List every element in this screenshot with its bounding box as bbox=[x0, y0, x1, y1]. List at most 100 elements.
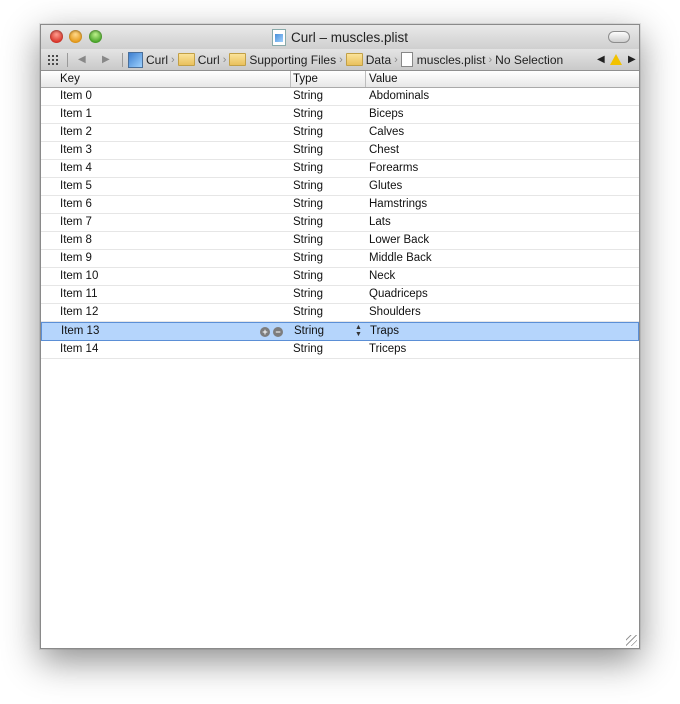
table-row[interactable]: Item 4 String Forearms bbox=[41, 160, 639, 178]
row-key[interactable]: Item 14 bbox=[60, 341, 98, 358]
window-title-text: Curl – muscles.plist bbox=[290, 29, 409, 45]
row-value[interactable]: Shoulders bbox=[369, 304, 421, 321]
related-items-grid-icon[interactable] bbox=[48, 55, 60, 65]
breadcrumb-item-selection[interactable]: No Selection bbox=[495, 53, 563, 67]
row-key[interactable]: Item 12 bbox=[60, 304, 98, 321]
breadcrumb-label: Data bbox=[365, 52, 392, 67]
row-key[interactable]: Item 9 bbox=[60, 250, 92, 267]
table-row[interactable]: Item 3 String Chest bbox=[41, 142, 639, 160]
table-row[interactable]: Item 0 String Abdominals bbox=[41, 88, 639, 106]
row-type[interactable]: String bbox=[293, 286, 323, 303]
document-icon bbox=[271, 28, 286, 46]
remove-row-icon[interactable]: − bbox=[273, 327, 283, 337]
row-type[interactable]: String bbox=[293, 341, 323, 358]
add-row-icon[interactable]: + bbox=[260, 327, 270, 337]
breadcrumb-item-group[interactable]: Curl bbox=[177, 53, 220, 67]
table-row[interactable]: Item 11 String Quadriceps bbox=[41, 286, 639, 304]
column-divider[interactable] bbox=[290, 71, 291, 87]
row-key[interactable]: Item 5 bbox=[60, 178, 92, 195]
table-row[interactable]: Item 9 String Middle Back bbox=[41, 250, 639, 268]
row-key[interactable]: Item 13 bbox=[61, 323, 99, 340]
table-row[interactable]: Item 7 String Lats bbox=[41, 214, 639, 232]
chevron-right-icon: › bbox=[222, 53, 227, 66]
table-row[interactable]: Item 13 String Traps + − ▲ ▼ bbox=[41, 322, 639, 341]
row-key[interactable]: Item 7 bbox=[60, 214, 92, 231]
row-value[interactable]: Chest bbox=[369, 142, 399, 159]
row-type[interactable]: String bbox=[293, 250, 323, 267]
row-type[interactable]: String bbox=[293, 214, 323, 231]
row-type[interactable]: String bbox=[294, 323, 324, 340]
row-key[interactable]: Item 2 bbox=[60, 124, 92, 141]
row-key[interactable]: Item 6 bbox=[60, 196, 92, 213]
breadcrumb: Curl › Curl › Supporting Files › Data › … bbox=[128, 49, 563, 70]
row-key[interactable]: Item 10 bbox=[60, 268, 98, 285]
row-value[interactable]: Lower Back bbox=[369, 232, 429, 249]
forward-arrow-icon[interactable]: ▶ bbox=[102, 49, 110, 70]
chevron-right-icon: › bbox=[488, 53, 493, 66]
table-row[interactable]: Item 8 String Lower Back bbox=[41, 232, 639, 250]
toolbar-toggle-button[interactable] bbox=[608, 31, 630, 43]
row-type[interactable]: String bbox=[293, 88, 323, 105]
table-row[interactable]: Item 2 String Calves bbox=[41, 124, 639, 142]
row-value[interactable]: Quadriceps bbox=[369, 286, 428, 303]
property-list-rows: Item 0 String Abdominals Item 1 String Biceps… bbox=[41, 88, 639, 359]
table-header: Key Type Value bbox=[41, 71, 639, 88]
title-bar[interactable]: Curl – muscles.plist bbox=[41, 25, 639, 49]
row-type[interactable]: String bbox=[293, 142, 323, 159]
row-key[interactable]: Item 11 bbox=[60, 286, 98, 303]
jumpbar-separator bbox=[67, 53, 68, 67]
row-type[interactable]: String bbox=[293, 304, 323, 321]
row-value[interactable]: Biceps bbox=[369, 106, 404, 123]
breadcrumb-item-data[interactable]: Data bbox=[345, 52, 392, 67]
folder-icon bbox=[229, 53, 247, 66]
row-key[interactable]: Item 0 bbox=[60, 88, 92, 105]
column-header-key[interactable]: Key bbox=[60, 71, 80, 87]
breadcrumb-item-supporting-files[interactable]: Supporting Files bbox=[229, 53, 336, 67]
next-issue-arrow-icon[interactable]: ▶ bbox=[628, 49, 636, 70]
breadcrumb-item-file[interactable]: muscles.plist bbox=[400, 52, 486, 67]
previous-issue-arrow-icon[interactable]: ◀ bbox=[597, 49, 605, 70]
type-popup-stepper-icon[interactable]: ▲ ▼ bbox=[355, 324, 362, 338]
row-value[interactable]: Glutes bbox=[369, 178, 402, 195]
row-value[interactable]: Lats bbox=[369, 214, 391, 231]
row-value[interactable]: Neck bbox=[369, 268, 395, 285]
row-value[interactable]: Forearms bbox=[369, 160, 418, 177]
jumpbar-separator bbox=[122, 53, 123, 67]
row-value[interactable]: Hamstrings bbox=[369, 196, 427, 213]
window-title: Curl – muscles.plist bbox=[41, 25, 639, 49]
row-value[interactable]: Traps bbox=[370, 323, 399, 340]
row-key[interactable]: Item 3 bbox=[60, 142, 92, 159]
row-type[interactable]: String bbox=[293, 196, 323, 213]
row-key[interactable]: Item 1 bbox=[60, 106, 92, 123]
row-type[interactable]: String bbox=[293, 268, 323, 285]
column-divider[interactable] bbox=[365, 71, 366, 87]
table-row[interactable]: Item 14 String Triceps bbox=[41, 341, 639, 359]
folder-icon bbox=[177, 53, 195, 66]
warning-icon[interactable] bbox=[610, 54, 622, 65]
file-icon bbox=[400, 52, 413, 67]
breadcrumb-label: muscles.plist bbox=[416, 52, 486, 67]
resize-grip-icon[interactable] bbox=[626, 635, 637, 646]
row-type[interactable]: String bbox=[293, 232, 323, 249]
row-value[interactable]: Calves bbox=[369, 124, 404, 141]
row-type[interactable]: String bbox=[293, 160, 323, 177]
row-type[interactable]: String bbox=[293, 124, 323, 141]
breadcrumb-item-project[interactable]: Curl bbox=[128, 51, 168, 68]
folder-icon bbox=[345, 53, 363, 66]
row-value[interactable]: Triceps bbox=[369, 341, 406, 358]
chevron-right-icon: › bbox=[171, 53, 175, 66]
table-row[interactable]: Item 1 String Biceps bbox=[41, 106, 639, 124]
row-value[interactable]: Abdominals bbox=[369, 88, 429, 105]
column-header-type[interactable]: Type bbox=[293, 71, 318, 87]
column-header-value[interactable]: Value bbox=[369, 71, 398, 87]
back-arrow-icon[interactable]: ◀ bbox=[78, 49, 86, 70]
row-type[interactable]: String bbox=[293, 178, 323, 195]
row-type[interactable]: String bbox=[293, 106, 323, 123]
row-key[interactable]: Item 8 bbox=[60, 232, 92, 249]
row-value[interactable]: Middle Back bbox=[369, 250, 432, 267]
row-key[interactable]: Item 4 bbox=[60, 160, 92, 177]
table-row[interactable]: Item 12 String Shoulders bbox=[41, 304, 639, 322]
table-row[interactable]: Item 10 String Neck bbox=[41, 268, 639, 286]
table-row[interactable]: Item 5 String Glutes bbox=[41, 178, 639, 196]
table-row[interactable]: Item 6 String Hamstrings bbox=[41, 196, 639, 214]
